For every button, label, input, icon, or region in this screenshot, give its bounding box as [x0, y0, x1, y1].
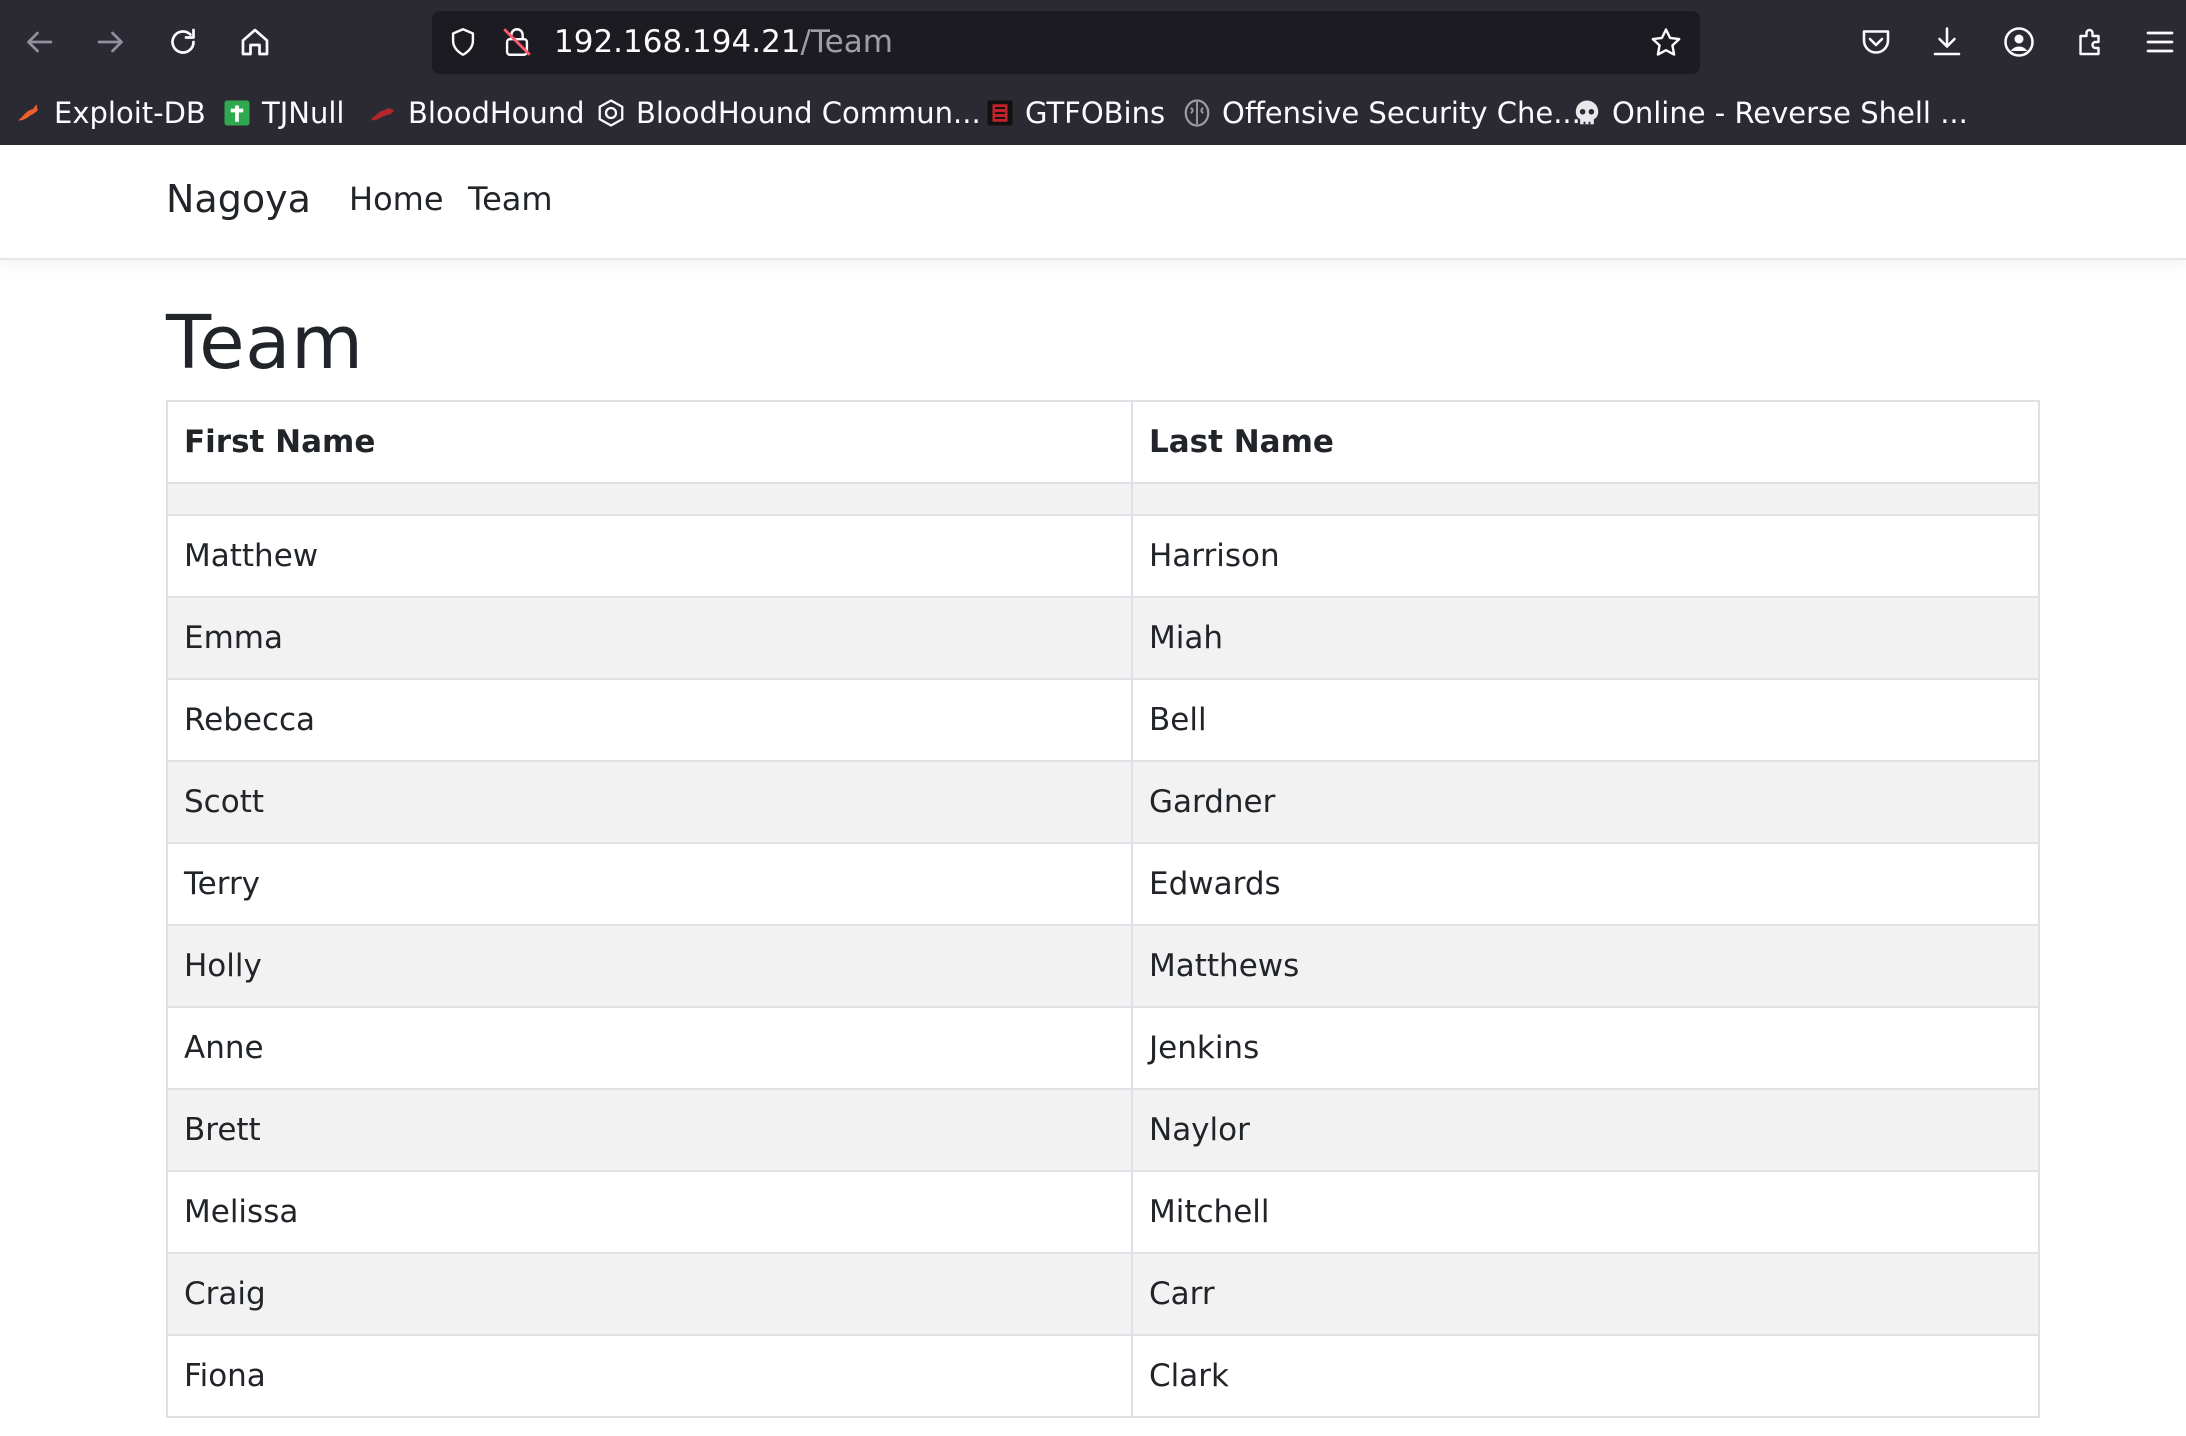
bookmark-label: Offensive Security Che... [1222, 96, 1581, 130]
gtfobins-icon [985, 98, 1015, 128]
first-name-cell: Melissa [166, 1170, 1133, 1254]
first-name-cell: Fiona [166, 1334, 1133, 1418]
first-name-cell: Scott [166, 760, 1133, 844]
forward-arrow-icon [97, 31, 123, 53]
table-header-row: First Name Last Name [166, 400, 2040, 484]
back-arrow-icon [27, 31, 53, 53]
puzzle-icon [2079, 28, 2100, 56]
account-icon [2004, 27, 2034, 57]
browser-toolbar: 192.168.194.21/Team [0, 0, 2186, 86]
first-name-cell: Craig [166, 1252, 1133, 1336]
exploit-db-icon [14, 98, 44, 128]
url-path: /Team [800, 24, 893, 60]
last-name-cell: Miah [1131, 596, 2040, 680]
team-table: First Name Last Name Matthew Harrison Emm… [166, 400, 2040, 1418]
reload-icon [171, 28, 195, 54]
first-name-cell: Rebecca [166, 678, 1133, 762]
last-name-cell: Clark [1131, 1334, 2040, 1418]
brain-icon [1182, 98, 1212, 128]
table-row: Rebecca Bell [166, 678, 2040, 762]
bookmark-label: GTFOBins [1025, 96, 1166, 130]
downloads-button[interactable] [1924, 19, 1970, 65]
last-name-cell: Gardner [1131, 760, 2040, 844]
bookmark-label: Exploit-DB [54, 96, 206, 130]
plus-green-icon [222, 98, 252, 128]
table-row: Matthew Harrison [166, 514, 2040, 598]
forward-button[interactable] [88, 19, 134, 65]
bookmark-bloodhound[interactable]: BloodHound [368, 88, 585, 138]
first-name-cell: Terry [166, 842, 1133, 926]
first-name-cell: Brett [166, 1088, 1133, 1172]
page-viewport: Nagoya Home Team Team First Name Last Na… [0, 145, 2186, 1436]
bookmark-star-icon[interactable] [1648, 25, 1684, 61]
bloodhound-icon [368, 98, 398, 128]
site-brand[interactable]: Nagoya [166, 177, 311, 221]
site-navbar: Nagoya Home Team [0, 145, 2186, 260]
bookmark-label: BloodHound [408, 96, 585, 130]
table-row: Brett Naylor [166, 1088, 2040, 1172]
bookmark-tjnull[interactable]: TJNull [222, 88, 344, 138]
first-name-cell: Anne [166, 1006, 1133, 1090]
table-row: Terry Edwards [166, 842, 2040, 926]
extensions-button[interactable] [2068, 19, 2114, 65]
last-name-cell: Harrison [1131, 514, 2040, 598]
table-row: Melissa Mitchell [166, 1170, 2040, 1254]
first-name-cell: Emma [166, 596, 1133, 680]
table-row: Craig Carr [166, 1252, 2040, 1336]
insecure-lock-icon [503, 28, 531, 56]
pocket-icon [1862, 30, 1890, 54]
account-button[interactable] [1996, 19, 2042, 65]
last-name-cell: Edwards [1131, 842, 2040, 926]
download-icon [1933, 27, 1961, 56]
bloodhound-hex-icon [596, 98, 626, 128]
bookmark-gtfobins[interactable]: GTFOBins [985, 88, 1165, 138]
url-host: 192.168.194.21 [554, 24, 801, 60]
nav-link-team[interactable]: Team [468, 180, 553, 218]
last-name-cell: Bell [1131, 678, 2040, 762]
bookmark-reverse-shell[interactable]: Online - Reverse Shell ... [1572, 88, 1968, 138]
bookmark-exploit-db[interactable]: Exploit-DB [14, 88, 206, 138]
first-name-cell: Holly [166, 924, 1133, 1008]
page-title: Team [166, 300, 364, 386]
table-row-empty [166, 482, 2040, 516]
browser-chrome: 192.168.194.21/Team Exploit-DB TJNull Bl… [0, 0, 2186, 145]
reload-button[interactable] [160, 19, 206, 65]
home-icon [241, 28, 269, 56]
last-name-cell: Matthews [1131, 924, 2040, 1008]
last-name-cell: Naylor [1131, 1088, 2040, 1172]
column-header-first-name: First Name [166, 400, 1133, 484]
pocket-button[interactable] [1853, 19, 1899, 65]
home-button[interactable] [232, 19, 278, 65]
table-row: Fiona Clark [166, 1334, 2040, 1418]
last-name-cell: Mitchell [1131, 1170, 2040, 1254]
bookmark-bloodhound-community[interactable]: BloodHound Commun... [596, 88, 981, 138]
column-header-last-name: Last Name [1131, 400, 2040, 484]
table-row: Anne Jenkins [166, 1006, 2040, 1090]
first-name-cell: Matthew [166, 514, 1133, 598]
table-row: Emma Miah [166, 596, 2040, 680]
bookmarks-toolbar: Exploit-DB TJNull BloodHound BloodHound … [0, 88, 2186, 138]
menu-button[interactable] [2140, 19, 2180, 65]
last-name-cell: Carr [1131, 1252, 2040, 1336]
back-button[interactable] [16, 19, 62, 65]
table-row: Holly Matthews [166, 924, 2040, 1008]
skull-icon [1572, 98, 1602, 128]
table-row: Scott Gardner [166, 760, 2040, 844]
table-cell [1131, 482, 2040, 516]
table-cell [166, 482, 1133, 516]
bookmark-label: BloodHound Commun... [636, 96, 981, 130]
table-header: First Name Last Name [166, 400, 2040, 484]
nav-link-home[interactable]: Home [349, 180, 444, 218]
last-name-cell: Jenkins [1131, 1006, 2040, 1090]
bookmark-offensive-security[interactable]: Offensive Security Che... [1182, 88, 1581, 138]
hamburger-menu-icon [2146, 31, 2174, 53]
address-bar[interactable]: 192.168.194.21/Team [432, 11, 1700, 74]
table-body: Matthew Harrison Emma Miah Rebecca Bell Sco… [166, 482, 2040, 1418]
url-text: 192.168.194.21/Team [554, 11, 893, 74]
shield-icon [451, 28, 475, 56]
bookmark-label: TJNull [262, 96, 345, 130]
bookmark-label: Online - Reverse Shell ... [1612, 96, 1968, 130]
